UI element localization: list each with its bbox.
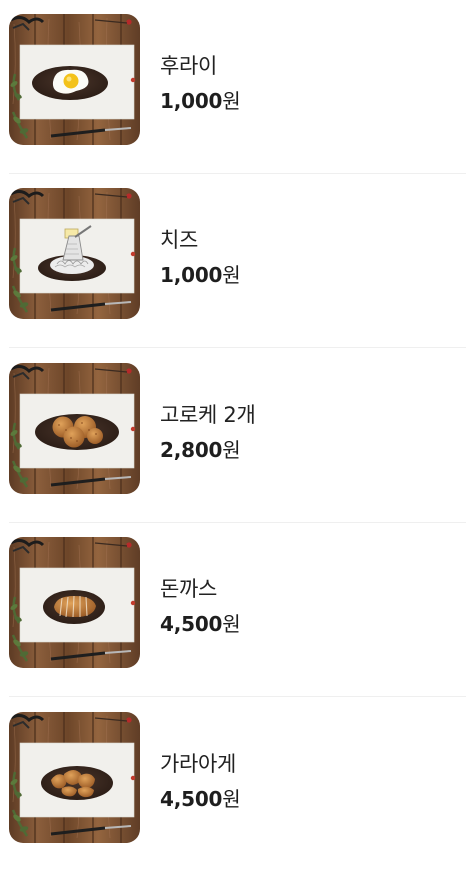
menu-item-price: 2,800원 [160,438,241,462]
fried-egg-icon [9,14,140,145]
menu-item-image [9,363,140,494]
menu-item-name: 치즈 [160,228,199,252]
menu-item-image [9,537,140,668]
menu-item-croquette[interactable]: 고로케 2개 2,800원 [0,349,466,523]
menu-item-karaage[interactable]: 가라아게 4,500원 [0,698,466,872]
menu-item-price: 4,500원 [160,612,241,636]
karaage-icon [9,712,140,843]
menu-item-price: 1,000원 [160,89,241,113]
menu-item-cheese[interactable]: 치즈 1,000원 [0,174,466,348]
menu-item-name: 가라아게 [160,752,237,776]
pork-cutlet-icon [9,537,140,668]
menu-item-fried-egg[interactable]: 후라이 1,000원 [0,0,466,174]
menu-item-image [9,188,140,319]
divider [9,347,466,348]
menu-item-pork-cutlet[interactable]: 돈까스 4,500원 [0,523,466,697]
menu-list: 후라이 1,000원 치즈 1,000원 고로케 2개 2,800원 돈까스 4… [0,0,466,860]
menu-item-image [9,712,140,843]
grated-cheese-icon [9,188,140,319]
menu-item-image [9,14,140,145]
menu-item-name: 고로케 2개 [160,403,256,427]
menu-item-name: 돈까스 [160,577,218,601]
menu-item-price: 4,500원 [160,787,241,811]
croquette-icon [9,363,140,494]
menu-item-price: 1,000원 [160,263,241,287]
divider [9,696,466,697]
menu-item-name: 후라이 [160,54,218,78]
